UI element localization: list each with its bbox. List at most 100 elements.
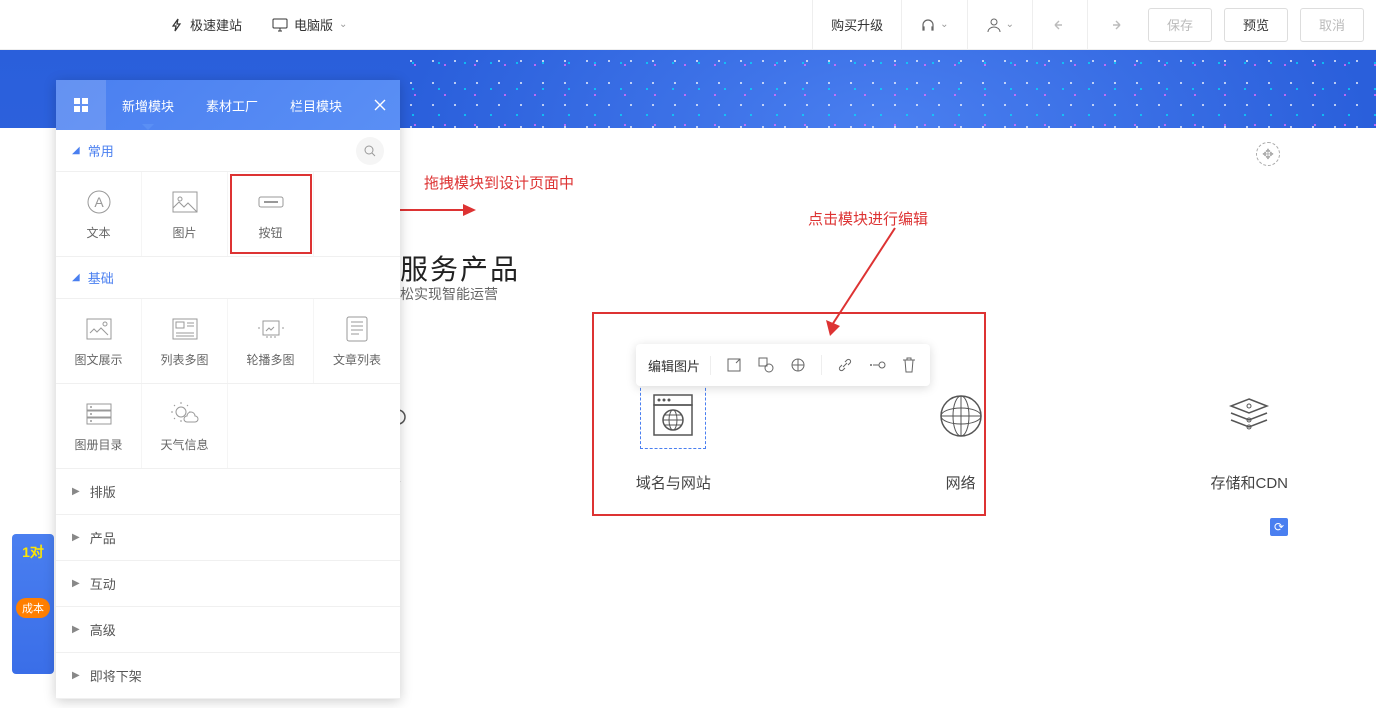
category-label: 互动 bbox=[90, 574, 116, 593]
user-icon bbox=[986, 17, 1002, 33]
module-button[interactable]: 按钮 bbox=[228, 172, 314, 256]
redo-icon bbox=[1106, 18, 1124, 32]
module-weather[interactable]: 天气信息 bbox=[142, 384, 228, 468]
module-carousel[interactable]: 轮播多图 bbox=[228, 299, 314, 383]
brand-label: 极速建站 bbox=[190, 15, 242, 34]
tab-column[interactable]: 栏目模块 bbox=[274, 80, 358, 130]
topbar: 极速建站 电脑版 ⌄ 购买升级 ⌄ ⌄ 保存 预览 bbox=[0, 0, 1376, 50]
module-text[interactable]: A 文本 bbox=[56, 172, 142, 256]
close-icon bbox=[374, 99, 386, 111]
monitor-icon bbox=[272, 18, 288, 32]
triangle-right-icon: ▶ bbox=[72, 624, 80, 635]
triangle-down-icon: ◢ bbox=[72, 145, 80, 156]
category-layout[interactable]: ▶ 排版 bbox=[56, 469, 400, 515]
save-button[interactable]: 保存 bbox=[1148, 8, 1212, 42]
search-button[interactable] bbox=[356, 137, 384, 165]
animation-button[interactable] bbox=[868, 356, 886, 374]
tab-add-module[interactable]: 新增模块 bbox=[106, 80, 190, 130]
category-common[interactable]: ◢ 常用 bbox=[56, 130, 400, 172]
trash-icon bbox=[902, 357, 916, 373]
shape-button[interactable] bbox=[757, 356, 775, 374]
module-label: 文本 bbox=[86, 224, 110, 241]
panel-header: 新增模块 素材工厂 栏目模块 bbox=[56, 80, 400, 130]
headset-icon bbox=[920, 17, 936, 33]
promo-banner[interactable]: 1对 成本 bbox=[12, 534, 54, 674]
triangle-right-icon: ▶ bbox=[72, 532, 80, 543]
carousel-icon bbox=[257, 315, 285, 343]
weather-icon bbox=[171, 400, 199, 428]
category-basic[interactable]: ◢ 基础 bbox=[56, 257, 400, 299]
effect-button[interactable] bbox=[789, 356, 807, 374]
device-label: 电脑版 bbox=[294, 15, 333, 34]
image-icon bbox=[171, 188, 199, 216]
button-icon bbox=[257, 188, 285, 216]
panel-grid-button[interactable] bbox=[56, 80, 106, 130]
category-label: 产品 bbox=[90, 528, 116, 547]
storage-cdn-icon bbox=[1223, 390, 1275, 442]
module-article-list[interactable]: 文章列表 bbox=[314, 299, 400, 383]
undo-icon bbox=[1051, 18, 1069, 32]
undo-button[interactable] bbox=[1032, 0, 1087, 49]
promo-line1: 1对 bbox=[16, 542, 50, 562]
category-label: 高级 bbox=[90, 620, 116, 639]
album-icon bbox=[85, 400, 113, 428]
device-dropdown[interactable]: 电脑版 ⌄ bbox=[272, 15, 347, 34]
canvas-area: 新增模块 素材工厂 栏目模块 ◢ 常用 A 文本 图片 bbox=[0, 50, 1376, 708]
category-label: 基础 bbox=[88, 268, 114, 287]
cancel-button[interactable]: 取消 bbox=[1300, 8, 1364, 42]
triangle-right-icon: ▶ bbox=[72, 670, 80, 681]
edit-toolbar-label[interactable]: 编辑图片 bbox=[648, 356, 711, 375]
article-list-icon bbox=[343, 315, 371, 343]
preview-label: 预览 bbox=[1243, 15, 1269, 34]
module-label: 文章列表 bbox=[333, 351, 381, 368]
module-label: 天气信息 bbox=[160, 436, 208, 453]
module-album-dir[interactable]: 图册目录 bbox=[56, 384, 142, 468]
chevron-down-icon: ⌄ bbox=[339, 19, 347, 30]
category-deprecated[interactable]: ▶ 即将下架 bbox=[56, 653, 400, 699]
chevron-down-icon: ⌄ bbox=[940, 19, 948, 30]
crop-button[interactable] bbox=[725, 356, 743, 374]
triangle-down-icon: ◢ bbox=[72, 272, 80, 283]
preview-button[interactable]: 预览 bbox=[1224, 8, 1288, 42]
resize-handle[interactable]: ⟳ bbox=[1270, 518, 1288, 536]
save-label: 保存 bbox=[1167, 15, 1193, 34]
category-label: 即将下架 bbox=[90, 666, 142, 685]
svg-text:A: A bbox=[94, 194, 104, 210]
animation-icon bbox=[868, 360, 886, 370]
delete-button[interactable] bbox=[900, 356, 918, 374]
buy-link[interactable]: 购买升级 bbox=[812, 0, 901, 49]
shape-icon bbox=[758, 357, 774, 373]
move-handle[interactable]: ✥ bbox=[1256, 142, 1280, 166]
module-label: 列表多图 bbox=[160, 351, 208, 368]
link-button[interactable] bbox=[836, 356, 854, 374]
category-product[interactable]: ▶ 产品 bbox=[56, 515, 400, 561]
basic-grid: 图文展示 列表多图 轮播多图 文章列表 bbox=[56, 299, 400, 384]
user-dropdown[interactable]: ⌄ bbox=[967, 0, 1032, 49]
topbar-right: 购买升级 ⌄ ⌄ 保存 预览 取消 bbox=[812, 0, 1376, 49]
tab-label: 新增模块 bbox=[122, 96, 174, 115]
redo-button[interactable] bbox=[1087, 0, 1142, 49]
module-image-text[interactable]: 图文展示 bbox=[56, 299, 142, 383]
panel-close-button[interactable] bbox=[360, 99, 400, 111]
crop-icon bbox=[726, 357, 742, 373]
tab-material[interactable]: 素材工厂 bbox=[190, 80, 274, 130]
cancel-label: 取消 bbox=[1319, 15, 1345, 34]
tab-label: 栏目模块 bbox=[290, 96, 342, 115]
module-image[interactable]: 图片 bbox=[142, 172, 228, 256]
module-label: 图册目录 bbox=[74, 436, 122, 453]
tab-label: 素材工厂 bbox=[206, 96, 258, 115]
triangle-right-icon: ▶ bbox=[72, 486, 80, 497]
hero-planet bbox=[400, 50, 1376, 128]
category-advanced[interactable]: ▶ 高级 bbox=[56, 607, 400, 653]
category-interact[interactable]: ▶互动 bbox=[56, 561, 400, 607]
pinwheel-icon bbox=[790, 357, 806, 373]
module-list-images[interactable]: 列表多图 bbox=[142, 299, 228, 383]
service-item[interactable]: 存储和CDN bbox=[1211, 390, 1289, 493]
search-icon bbox=[363, 144, 377, 158]
module-panel: 新增模块 素材工厂 栏目模块 ◢ 常用 A 文本 图片 bbox=[56, 80, 400, 699]
category-label: 排版 bbox=[90, 482, 116, 501]
brand-button[interactable]: 极速建站 bbox=[170, 15, 242, 34]
module-label: 图文展示 bbox=[74, 351, 122, 368]
support-dropdown[interactable]: ⌄ bbox=[901, 0, 966, 49]
panel-tabs: 新增模块 素材工厂 栏目模块 bbox=[106, 80, 360, 130]
